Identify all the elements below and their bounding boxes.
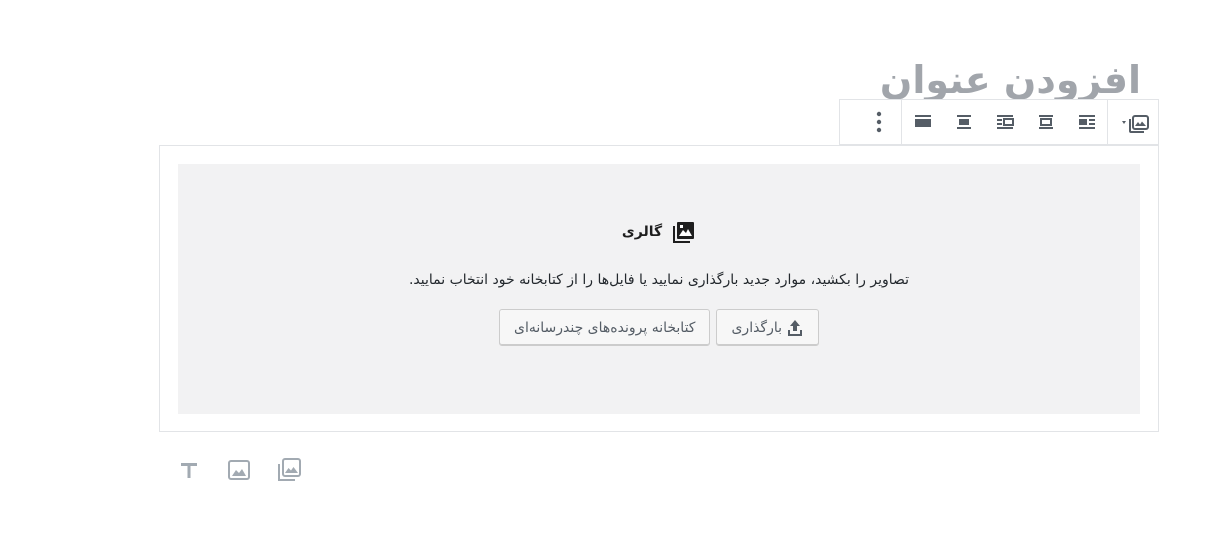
insert-image-button[interactable]: [226, 456, 252, 484]
gallery-icon: [1122, 115, 1149, 133]
insert-gallery-button[interactable]: [276, 456, 302, 484]
gallery-block[interactable]: گالری تصاویر را بکشید، موارد جدید بارگذا…: [159, 145, 1159, 432]
gallery-actions: بارگذاری کتابخانه پرونده‌های چندرسانه‌ای: [178, 309, 1140, 346]
block-switcher-button[interactable]: [1108, 100, 1158, 144]
gallery-label: گالری: [178, 220, 1140, 244]
align-full-width-button[interactable]: [1066, 100, 1107, 144]
media-library-button-label: کتابخانه پرونده‌های چندرسانه‌ای: [514, 319, 696, 336]
align-center-icon: [956, 115, 971, 129]
more-options-group: [857, 100, 901, 144]
align-left-icon: [914, 115, 931, 127]
gallery-icon: [278, 458, 301, 481]
gallery-instructions: تصاویر را بکشید، موارد جدید بارگذاری نما…: [408, 272, 910, 288]
image-icon: [228, 460, 250, 480]
more-options-button[interactable]: [857, 100, 901, 144]
quick-inserter: [176, 456, 302, 484]
editor-canvas: افزودن عنوان گالری تصاویر را بکشید، موار…: [0, 0, 1227, 537]
align-wide-button[interactable]: [1025, 100, 1066, 144]
alignment-group: [901, 100, 1107, 144]
gallery-icon: [673, 222, 695, 243]
align-left-button[interactable]: [902, 100, 943, 144]
media-library-button[interactable]: کتابخانه پرونده‌های چندرسانه‌ای: [499, 309, 711, 346]
insert-paragraph-button[interactable]: [176, 456, 202, 484]
more-vertical-icon: [876, 111, 882, 133]
block-toolbar: [839, 99, 1159, 145]
align-wide-icon: [1038, 115, 1053, 129]
upload-icon: [788, 319, 803, 336]
align-center-button[interactable]: [943, 100, 984, 144]
post-title-placeholder[interactable]: افزودن عنوان: [880, 56, 1141, 104]
gallery-label-text: گالری: [621, 224, 663, 240]
paragraph-icon: [181, 463, 197, 478]
align-full-width-icon: [1078, 115, 1095, 129]
gallery-placeholder: گالری تصاویر را بکشید، موارد جدید بارگذا…: [178, 164, 1140, 414]
upload-button[interactable]: بارگذاری: [716, 309, 820, 346]
upload-button-label: بارگذاری: [731, 319, 783, 336]
align-right-icon: [996, 115, 1014, 129]
block-switcher-group: [1107, 100, 1158, 144]
align-right-button[interactable]: [984, 100, 1025, 144]
